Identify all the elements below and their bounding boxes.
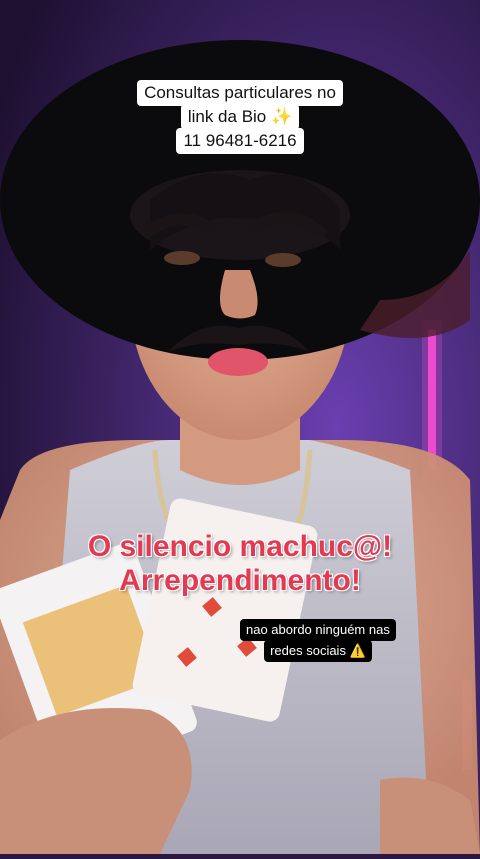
- note-line-2: redes sociais ⚠️: [264, 640, 372, 662]
- note-line-1: nao abordo ninguém nas: [240, 619, 396, 641]
- headline-line-2: Arrependimento!: [119, 564, 361, 597]
- headline-overlay: O silencio machuc@! Arrependimento!: [0, 530, 480, 598]
- note-caption: nao abordo ninguém nas redes sociais ⚠️: [240, 619, 396, 662]
- top-caption: Consultas particulares no link da Bio ✨ …: [0, 80, 480, 154]
- top-caption-line-2: link da Bio ✨: [180, 104, 300, 130]
- top-caption-line-1: Consultas particulares no: [137, 80, 343, 106]
- top-caption-line-3: 11 96481-6216: [176, 128, 304, 154]
- headline-line-1: O silencio machuc@!: [87, 530, 393, 563]
